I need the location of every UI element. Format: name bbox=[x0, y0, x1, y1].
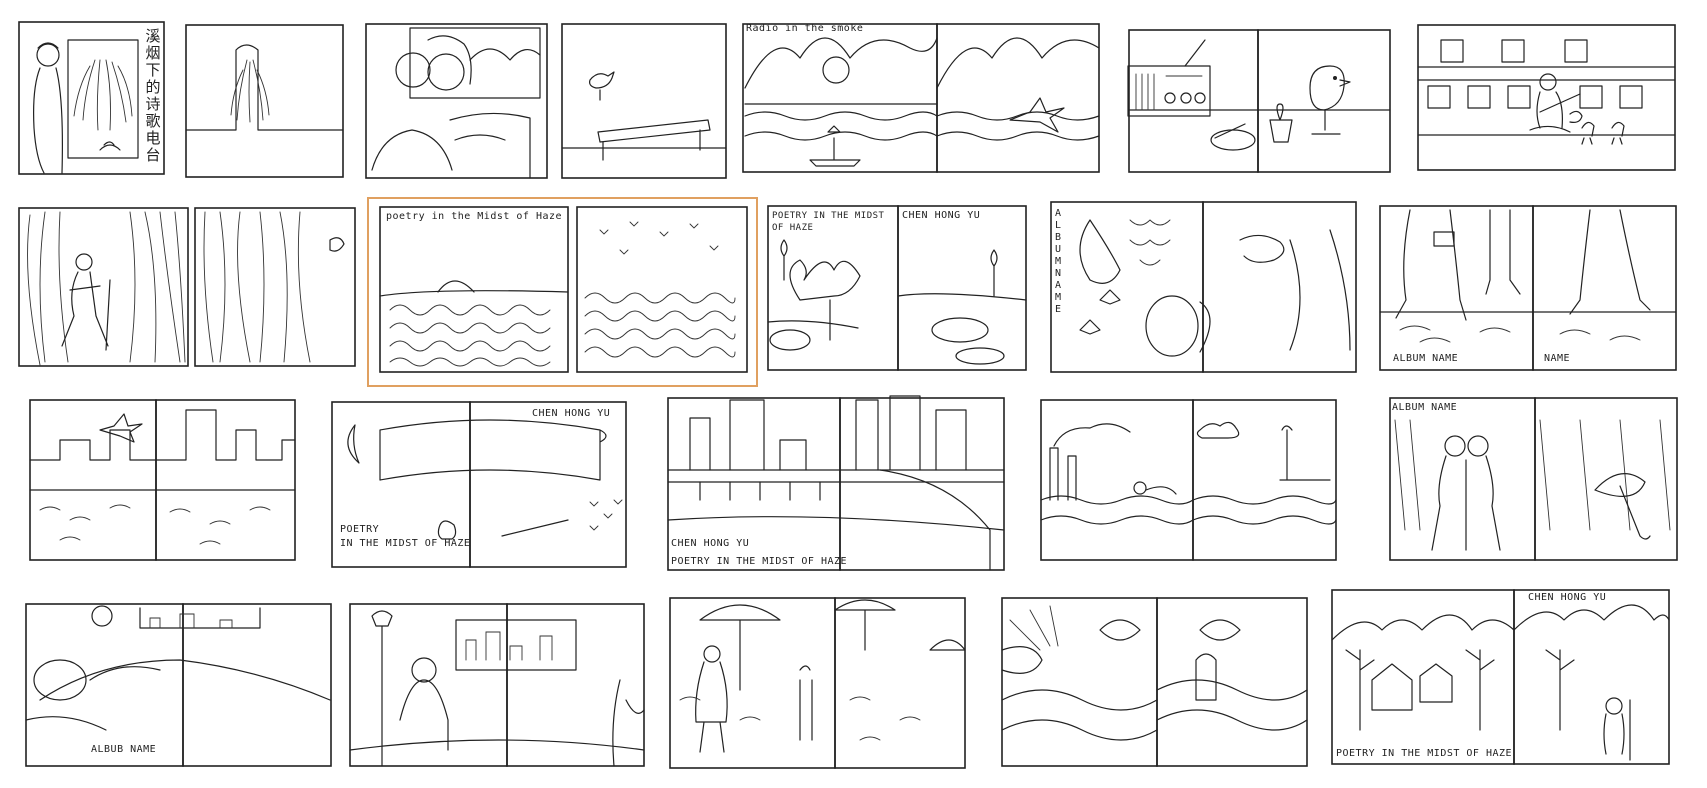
label-poetry-haze-caps: POETRY IN THE MIDST OF HAZE bbox=[772, 211, 885, 233]
label-poetry-haze-village: POETRY IN THE MIDST OF HAZE bbox=[1336, 748, 1513, 759]
spread-sun-and-waves bbox=[1001, 597, 1308, 767]
label-chen-hong-yu-village: CHEN HONG YU bbox=[1528, 592, 1607, 603]
spread-woman-at-window bbox=[18, 21, 344, 178]
label-poetry-haze-lower: poetry in the Midst of Haze bbox=[386, 211, 563, 222]
spread-umbrellas-in-rain bbox=[669, 597, 966, 769]
spread-couple-and-umbrella bbox=[1389, 397, 1678, 561]
spread-mountain-village bbox=[1331, 589, 1670, 765]
spread-walking-feet bbox=[1379, 205, 1677, 371]
label-poetry-haze-train: POETRY IN THE MIDST OF HAZE bbox=[671, 556, 848, 567]
storyboard-sheet: 溪烟下的诗歌电台 Radio in the smoke poetry in th… bbox=[0, 0, 1707, 788]
spread-city-skyline-dove bbox=[29, 399, 296, 561]
label-album-name-feet: ALBUM NAME bbox=[1393, 353, 1459, 364]
spread-album-name-faces bbox=[1050, 201, 1357, 373]
label-chen-hong-yu-lotus: CHEN HONG YU bbox=[902, 210, 981, 221]
spread-smokestack-swimmer bbox=[1040, 399, 1337, 561]
spread-sleeping-figure bbox=[25, 603, 332, 767]
spread-portrait-bird-bench bbox=[365, 23, 727, 179]
spread-guitar-player-train bbox=[1417, 24, 1676, 171]
label-poetry-line2: IN THE MIDST OF HAZE bbox=[340, 538, 471, 549]
sketch-drawings bbox=[18, 21, 1678, 769]
spread-figure-at-window bbox=[349, 603, 645, 767]
spread-radio-and-bird bbox=[1127, 29, 1391, 173]
spread-radio-in-the-smoke bbox=[742, 23, 1100, 173]
label-chen-hong-yu-train: CHEN HONG YU bbox=[671, 538, 750, 549]
label-name-feet: NAME bbox=[1544, 353, 1571, 364]
label-album-name-vertical: ALBUMNAME bbox=[1054, 208, 1062, 315]
spread-poetry-haze-title bbox=[367, 197, 758, 387]
label-albub-name: ALBUB NAME bbox=[91, 744, 157, 755]
label-radio-in-the-smoke: Radio in the smoke bbox=[746, 23, 864, 34]
label-poetry-line1: POETRY bbox=[340, 524, 380, 535]
spread-walker-in-willows bbox=[18, 207, 356, 367]
label-album-name-couple: ALBUM NAME bbox=[1392, 402, 1458, 413]
label-chen-hong-yu-scroll: CHEN HONG YU bbox=[532, 408, 611, 419]
chinese-title-vertical: 溪烟下的诗歌电台 bbox=[145, 27, 161, 164]
